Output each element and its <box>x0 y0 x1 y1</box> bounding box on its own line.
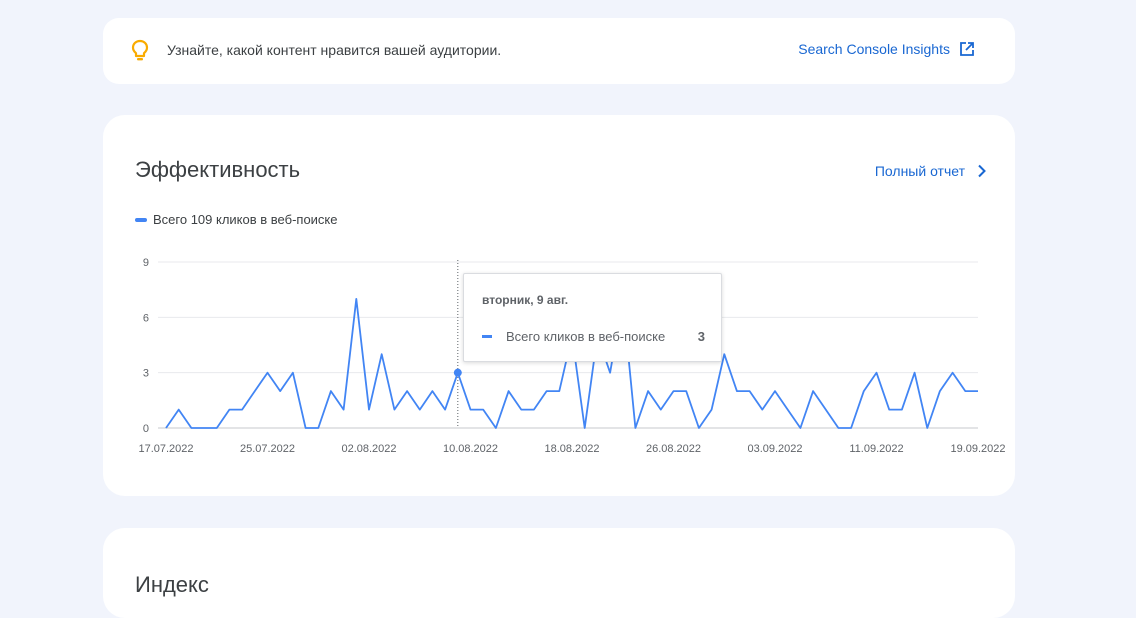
tooltip-date: вторник, 9 авг. <box>482 293 569 307</box>
y-tick-label: 6 <box>143 312 149 324</box>
x-tick-label: 17.07.2022 <box>138 443 193 455</box>
insights-message: Узнайте, какой контент нравится вашей ау… <box>167 42 502 58</box>
tooltip-value: 3 <box>697 329 705 344</box>
x-tick-label: 18.08.2022 <box>544 443 599 455</box>
y-tick-label: 9 <box>143 257 149 269</box>
tooltip-row: Всего кликов в веб-поиске 3 <box>482 329 705 344</box>
x-tick-label: 26.08.2022 <box>646 443 701 455</box>
lightbulb-icon <box>131 39 149 61</box>
x-tick-label: 19.09.2022 <box>950 443 1005 455</box>
x-tick-label: 03.09.2022 <box>747 443 802 455</box>
performance-card: Эффективность Полный отчет Всего 109 кли… <box>103 115 1015 496</box>
highlighted-point <box>453 368 462 377</box>
x-tick-label: 02.08.2022 <box>341 443 396 455</box>
index-card: Индекс <box>103 528 1015 618</box>
tooltip-series-label: Всего кликов в веб-поиске <box>506 329 666 344</box>
chart-tooltip: вторник, 9 авг. Всего кликов в веб-поиск… <box>463 273 722 362</box>
search-console-insights-link[interactable]: Search Console Insights <box>798 41 975 57</box>
open-in-new-icon <box>960 42 974 56</box>
index-title: Индекс <box>135 572 209 597</box>
x-tick-label: 25.07.2022 <box>240 443 295 455</box>
y-tick-label: 3 <box>143 368 149 380</box>
x-tick-label: 11.09.2022 <box>849 443 903 455</box>
y-tick-label: 0 <box>143 423 149 435</box>
tooltip-swatch <box>482 335 492 338</box>
x-tick-label: 10.08.2022 <box>443 443 498 455</box>
insights-card: Узнайте, какой контент нравится вашей ау… <box>103 18 1015 84</box>
search-console-insights-label: Search Console Insights <box>798 41 950 57</box>
